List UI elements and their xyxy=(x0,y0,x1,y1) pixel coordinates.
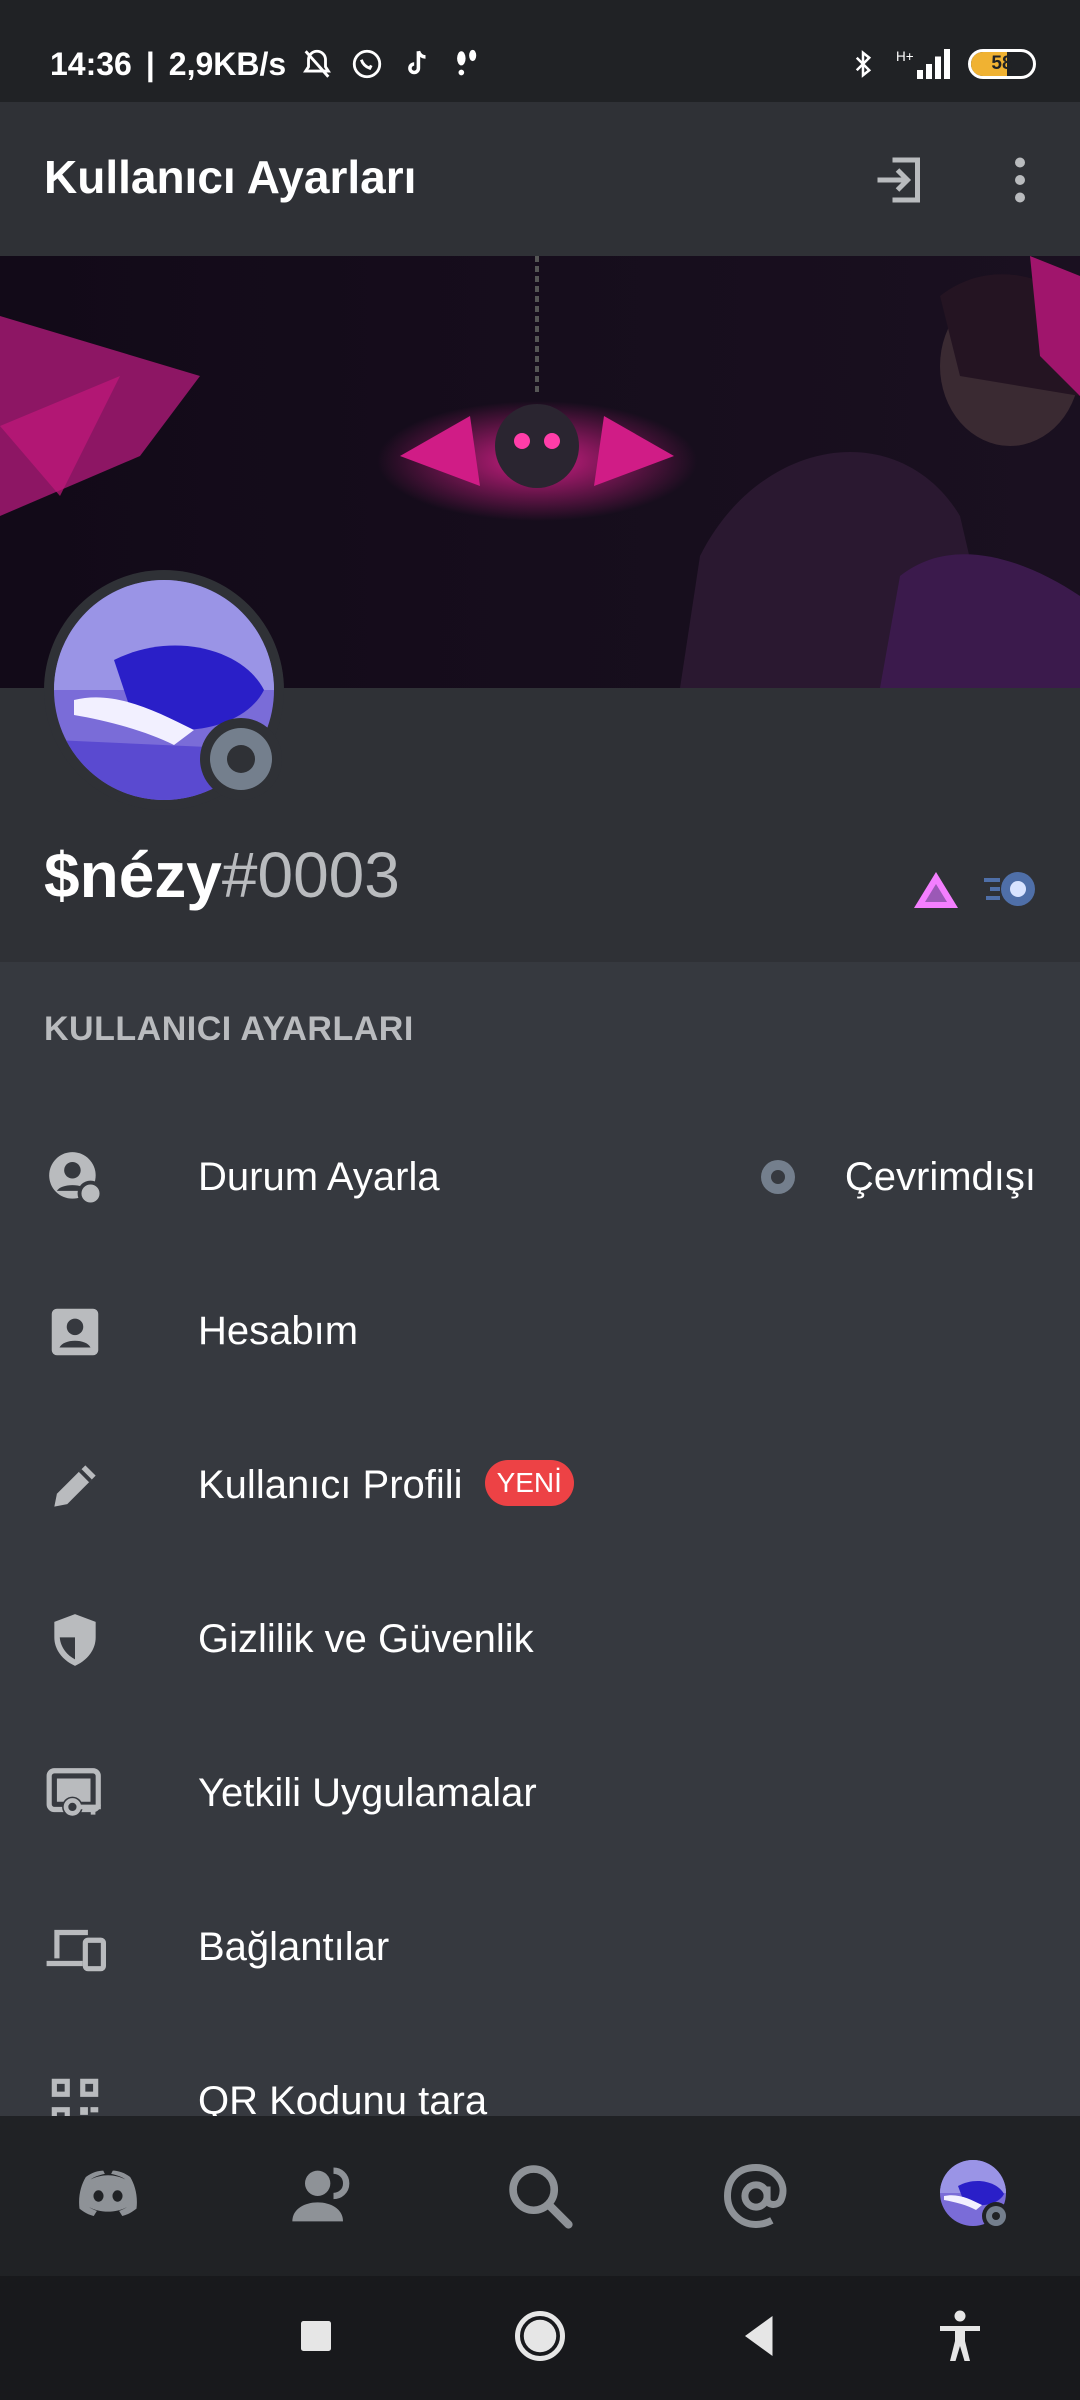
settings-item-connections[interactable]: Bağlantılar xyxy=(0,1872,1080,2022)
mentions-icon[interactable] xyxy=(718,2158,794,2234)
settings-item-user-profile[interactable]: Kullanıcı Profili YENİ xyxy=(0,1410,1080,1560)
settings-item-label: Hesabım xyxy=(198,1309,359,1353)
new-badge: YENİ xyxy=(484,1460,574,1507)
offline-status-dot xyxy=(210,728,272,790)
hypesquad-badge-icon[interactable] xyxy=(910,868,962,912)
status-separator: | xyxy=(145,45,155,82)
discord-home-icon[interactable] xyxy=(70,2158,146,2234)
offline-mini-dot-icon xyxy=(760,1160,795,1194)
back-icon[interactable] xyxy=(730,2306,790,2366)
battery-icon: 58 xyxy=(968,49,1036,79)
tiktok-icon xyxy=(408,50,426,75)
settings-item-label-text: Kullanıcı Profili xyxy=(198,1463,463,1507)
settings-item-label: Bağlantılar xyxy=(198,1925,390,1969)
recents-icon[interactable] xyxy=(286,2306,346,2366)
status-time: 14:36 xyxy=(50,45,132,82)
search-icon[interactable] xyxy=(502,2158,578,2234)
network-speed: 2,9KB/s xyxy=(168,45,287,82)
discriminator: #0003 xyxy=(221,839,400,911)
settings-item-label: Kullanıcı Profili YENİ xyxy=(198,1410,574,1560)
account-icon xyxy=(51,1308,99,1356)
bottom-navigation xyxy=(0,2116,1080,2276)
more-vertical-icon[interactable] xyxy=(990,150,1050,210)
signal-icon: H+ xyxy=(896,49,950,79)
settings-item-privacy-safety[interactable]: Gizlilik ve Güvenlik xyxy=(0,1564,1080,1714)
home-icon[interactable] xyxy=(510,2306,570,2366)
profile-username: $nézy#0003 xyxy=(44,838,400,912)
top-app-bar: Kullanıcı Ayarları xyxy=(0,102,1080,256)
current-status-text: Çevrimdışı xyxy=(844,1154,1036,1199)
status-bar-right: H+ 58 xyxy=(848,44,1036,84)
settings-item-label: Yetkili Uygulamalar xyxy=(198,1771,537,1815)
username: $nézy xyxy=(44,839,222,911)
mute-bell-icon xyxy=(303,49,332,78)
authorized-apps-icon xyxy=(46,1768,101,1818)
nitro-boost-badge-icon[interactable] xyxy=(980,866,1040,912)
svg-text:H+: H+ xyxy=(896,49,914,64)
status-icon xyxy=(49,1152,104,1207)
current-status: Çevrimdışı xyxy=(760,1102,1036,1252)
offline-status-dot xyxy=(982,2202,1010,2230)
settings-item-my-account[interactable]: Hesabım xyxy=(0,1256,1080,1406)
friends-icon[interactable] xyxy=(286,2158,362,2234)
notification-icons xyxy=(300,47,484,81)
battery-level: 58 xyxy=(991,53,1013,74)
bluetooth-icon xyxy=(855,50,872,78)
offline-status-indicator xyxy=(200,718,282,800)
settings-section-header: KULLANICI AYARLARI xyxy=(44,1010,414,1048)
system-navigation-bar xyxy=(0,2276,1080,2400)
settings-item-set-status[interactable]: Durum Ayarla Çevrimdışı xyxy=(0,1102,1080,1252)
pencil-icon xyxy=(54,1465,96,1507)
whatsapp-icon xyxy=(353,49,382,79)
logout-icon[interactable] xyxy=(870,150,930,210)
devices-icon xyxy=(46,1929,106,1972)
accessibility-icon[interactable] xyxy=(930,2306,990,2366)
page-title: Kullanıcı Ayarları xyxy=(44,151,417,203)
settings-item-authorized-apps[interactable]: Yetkili Uygulamalar xyxy=(0,1718,1080,1868)
footsteps-icon xyxy=(457,49,477,76)
settings-item-label: Durum Ayarla xyxy=(198,1155,440,1199)
settings-item-label: Gizlilik ve Güvenlik xyxy=(198,1617,534,1661)
status-bar: 14:36 | 2,9KB/s H+ 58 xyxy=(0,0,1080,102)
status-bar-left: 14:36 | 2,9KB/s xyxy=(50,44,484,84)
shield-icon xyxy=(54,1614,96,1666)
